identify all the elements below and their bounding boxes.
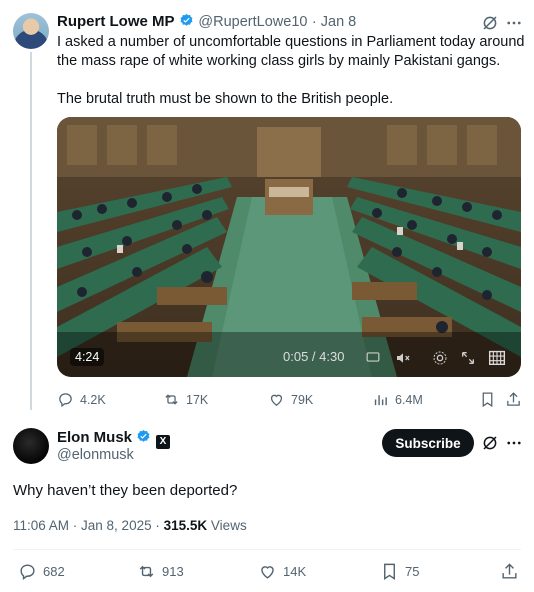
like-count: 79K [291,392,314,407]
tweet-text-line: I asked a number of uncomfortable questi… [57,34,525,50]
tweet-text-line: the mass rape of white working class gir… [57,53,501,69]
video-progress: 0:05 / 4:30 [283,349,345,364]
views-label: Views [210,518,247,533]
verified-badge-icon [180,13,193,26]
heart-icon [270,394,283,406]
reply-count: 682 [43,564,65,579]
author-name[interactable]: Rupert Lowe MP [57,13,175,30]
x-affiliation-icon: X [155,434,170,449]
divider [13,549,521,550]
bookmark-icon[interactable] [479,391,496,408]
more-icon[interactable] [505,434,523,452]
author-handle[interactable]: @RupertLowe10 [198,14,307,30]
video-player[interactable] [57,117,521,377]
grok-icon[interactable] [481,434,499,452]
video-duration-badge: 4:24 [70,348,105,366]
tweet-text: I asked a number of uncomfortable questi… [57,33,527,109]
views-chart-icon [374,395,387,406]
timestamp-row: 11:06 AM · Jan 8, 2025 · 315.5K Views [13,518,247,533]
bookmark-button[interactable]: 75 [380,562,419,581]
bookmark-count: 75 [405,564,420,579]
parliament-portcullis-icon [488,350,506,366]
timestamp[interactable]: 11:06 AM · Jan 8, 2025 · [13,518,160,533]
reply-count: 4.2K [80,392,106,407]
more-icon[interactable] [505,14,523,32]
reply-button[interactable]: 682 [18,562,65,581]
like-button[interactable]: 79K [268,391,313,408]
avatar[interactable] [13,13,49,49]
avatar[interactable] [13,428,49,464]
expand-icon[interactable] [460,350,476,366]
views-button[interactable]: 6.4M [372,391,423,408]
like-count: 14K [283,564,307,579]
reply-button[interactable]: 4.2K [57,391,106,408]
repost-button[interactable]: 17K [163,391,208,408]
verified-badge-icon [138,429,150,442]
views-count: 6.4M [395,392,423,407]
reply-icon [20,564,35,581]
reply-author: Elon Musk X [57,429,170,449]
repost-count: 913 [162,564,184,579]
views-count: 315.5K [163,518,208,533]
reply-text: Why haven’t they been deported? [13,482,238,499]
captions-icon[interactable] [366,350,380,364]
share-icon[interactable] [505,391,522,408]
reply-icon [59,393,72,408]
repost-count: 17K [186,392,209,407]
tweet-text-line: The brutal truth must be shown to the Br… [57,91,394,107]
subscribe-button[interactable]: Subscribe [382,429,474,457]
mute-icon[interactable] [395,350,411,366]
tweet-date[interactable]: · Jan 8 [312,14,356,30]
bookmark-icon [384,563,395,580]
heart-icon [261,566,274,579]
grok-icon[interactable] [481,14,499,32]
like-button[interactable]: 14K [258,562,306,581]
repost-icon [165,394,178,405]
tweet-header: Rupert Lowe MP @RupertLowe10 · Jan 8 [57,13,356,31]
repost-button[interactable]: 913 [137,562,184,581]
author-handle[interactable]: @elonmusk [57,447,134,463]
author-name[interactable]: Elon Musk [57,429,132,446]
parliament-video-frame [57,117,521,377]
settings-icon[interactable] [432,350,448,366]
share-icon[interactable] [500,562,519,581]
repost-icon [139,565,154,578]
thread-line [30,52,32,410]
